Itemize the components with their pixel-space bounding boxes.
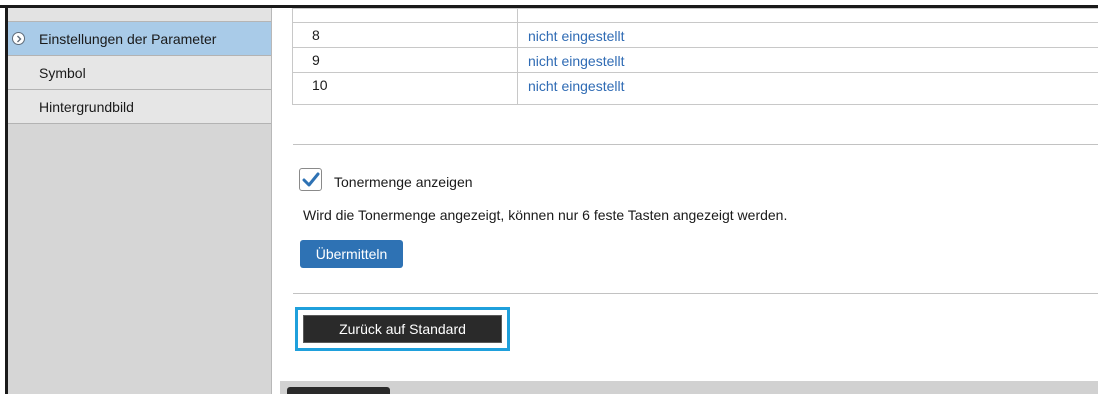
key-setting-link[interactable]: nicht eingestellt xyxy=(528,53,625,69)
page: Einstellungen der Parameter Symbol Hinte… xyxy=(0,0,1098,394)
toner-checkbox[interactable] xyxy=(299,168,322,191)
table-row-partial xyxy=(293,8,1098,22)
section-divider xyxy=(293,144,1098,145)
chevron-right-circle-icon xyxy=(12,32,25,45)
section-divider xyxy=(293,293,1098,294)
key-number: 8 xyxy=(312,27,320,43)
bottom-bar xyxy=(280,381,1098,394)
toner-checkbox-label[interactable]: Tonermenge anzeigen xyxy=(334,174,473,190)
sidebar-item-label: Einstellungen der Parameter xyxy=(39,31,217,47)
key-setting-link[interactable]: nicht eingestellt xyxy=(528,78,625,94)
sidebar-item-hintergrundbild[interactable]: Hintergrundbild xyxy=(8,90,271,124)
sidebar-item-label: Symbol xyxy=(39,65,86,81)
bottom-tab[interactable] xyxy=(287,387,390,394)
sidebar-item-einstellungen-der-parameter[interactable]: Einstellungen der Parameter xyxy=(8,22,271,56)
toner-note: Wird die Tonermenge angezeigt, können nu… xyxy=(303,207,788,223)
key-setting-link[interactable]: nicht eingestellt xyxy=(528,28,625,44)
table-bottom-border xyxy=(292,104,1098,105)
submit-button[interactable]: Übermitteln xyxy=(300,240,403,268)
reset-to-default-button[interactable]: Zurück auf Standard xyxy=(303,315,502,343)
sidebar-item-symbol[interactable]: Symbol xyxy=(8,56,271,90)
sidebar: Einstellungen der Parameter Symbol Hinte… xyxy=(8,8,272,394)
checkmark-icon xyxy=(302,172,320,187)
sidebar-top-strip xyxy=(8,8,271,22)
sidebar-item-label: Hintergrundbild xyxy=(39,99,134,115)
key-number: 9 xyxy=(312,52,320,68)
key-number: 10 xyxy=(312,77,328,93)
table-row: 10 nicht eingestellt xyxy=(293,72,1098,104)
table-row: 9 nicht eingestellt xyxy=(293,47,1098,72)
table-row: 8 nicht eingestellt xyxy=(293,22,1098,47)
